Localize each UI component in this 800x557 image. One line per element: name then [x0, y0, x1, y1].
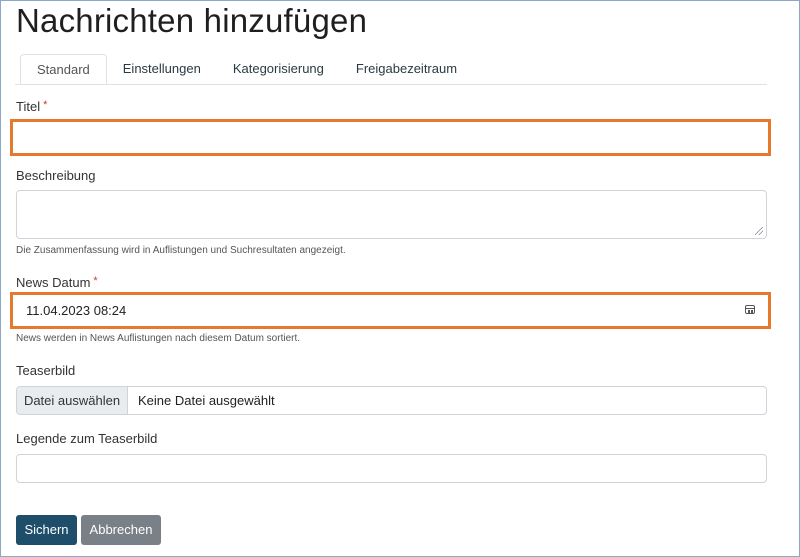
- teaser-image-file-input[interactable]: Datei auswählen Keine Datei ausgewählt: [16, 386, 767, 415]
- tab-bar: Standard Einstellungen Kategorisierung F…: [15, 54, 767, 85]
- description-label: Beschreibung: [16, 168, 96, 183]
- required-mark: *: [93, 275, 98, 287]
- news-date-value: 11.04.2023 08:24: [26, 303, 127, 318]
- required-mark: *: [43, 99, 48, 111]
- teaser-caption-label: Legende zum Teaserbild: [16, 431, 158, 446]
- teaser-caption-input[interactable]: [16, 454, 767, 483]
- title-label-text: Titel: [16, 99, 41, 114]
- description-help: Die Zusammenfassung wird in Auflistungen…: [16, 245, 346, 256]
- file-status: Keine Datei ausgewählt: [138, 393, 275, 408]
- choose-file-button[interactable]: Datei auswählen: [17, 387, 128, 414]
- tab-standard[interactable]: Standard: [20, 54, 107, 84]
- tab-kategorisierung[interactable]: Kategorisierung: [217, 54, 340, 84]
- tab-freigabezeitraum[interactable]: Freigabezeitraum: [340, 54, 473, 84]
- title-label: Titel *: [16, 99, 47, 114]
- teaser-image-label: Teaserbild: [16, 363, 76, 378]
- cancel-button[interactable]: Abbrechen: [81, 515, 161, 545]
- tab-einstellungen[interactable]: Einstellungen: [107, 54, 217, 84]
- description-textarea[interactable]: [16, 190, 767, 239]
- news-date-label-text: News Datum: [16, 275, 91, 290]
- save-button[interactable]: Sichern: [16, 515, 77, 545]
- news-date-input[interactable]: 11.04.2023 08:24: [14, 296, 767, 325]
- news-date-help: News werden in News Auflistungen nach di…: [16, 333, 301, 344]
- news-date-label: News Datum *: [16, 275, 98, 290]
- calendar-icon[interactable]: [745, 305, 755, 314]
- page-title: Nachrichten hinzufügen: [16, 2, 368, 39]
- title-input[interactable]: [14, 123, 767, 152]
- resize-handle-icon[interactable]: [755, 227, 763, 235]
